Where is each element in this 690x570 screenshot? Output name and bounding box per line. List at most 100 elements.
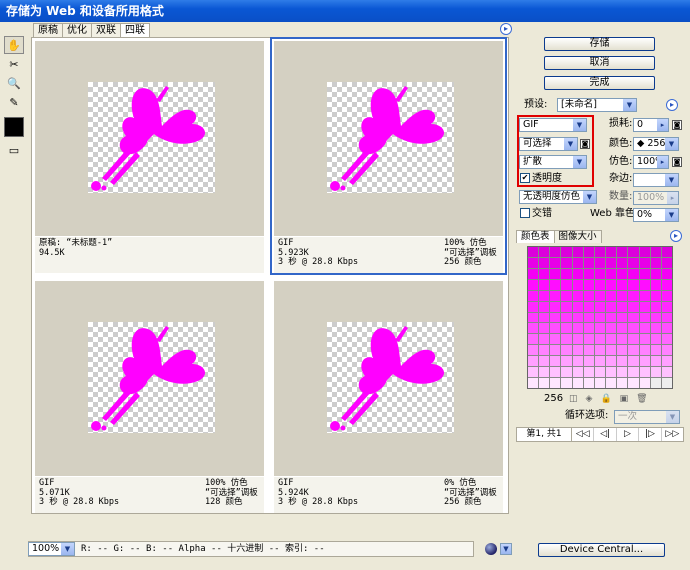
color-swatch[interactable] <box>639 378 650 388</box>
color-table-menu-icon[interactable]: ▸ <box>670 230 682 242</box>
color-swatch[interactable] <box>528 247 539 257</box>
color-swatch[interactable] <box>606 268 617 279</box>
device-central-button[interactable]: Device Central... <box>538 543 665 557</box>
color-swatch[interactable] <box>617 323 628 334</box>
color-swatch[interactable] <box>583 345 594 356</box>
lossy-input[interactable]: 0 ▸ <box>633 118 669 132</box>
color-swatch[interactable] <box>661 367 672 378</box>
color-swatch[interactable] <box>594 312 606 323</box>
first-frame-icon[interactable]: ◁◁ <box>572 428 595 441</box>
color-swatch[interactable] <box>606 334 617 345</box>
color-swatch[interactable] <box>594 268 606 279</box>
preview-pane[interactable]: GIF 5.071K 3 秒 @ 28.8 Kbps 100% 仿色 “可选择”调板 12… <box>32 278 267 514</box>
color-swatch[interactable] <box>583 290 594 301</box>
color-swatch[interactable] <box>650 312 661 323</box>
optimize-menu-icon[interactable]: ▸ <box>666 99 678 111</box>
color-swatch[interactable] <box>594 290 606 301</box>
color-swatch[interactable] <box>583 312 594 323</box>
save-button[interactable]: 存储 <box>544 37 655 51</box>
browser-preview-icon[interactable] <box>485 543 497 555</box>
color-swatch[interactable] <box>617 334 628 345</box>
zoom-select[interactable]: 100% ▼ <box>28 542 75 556</box>
color-swatch[interactable] <box>639 345 650 356</box>
color-swatch[interactable] <box>628 323 639 334</box>
color-swatch[interactable] <box>550 378 561 388</box>
color-swatch[interactable] <box>550 312 561 323</box>
color-swatch[interactable] <box>528 312 539 323</box>
color-swatch[interactable] <box>661 323 672 334</box>
color-swatch[interactable] <box>561 301 572 312</box>
color-swatch[interactable] <box>628 279 639 290</box>
color-swatch[interactable] <box>617 312 628 323</box>
done-button[interactable]: 完成 <box>544 76 655 90</box>
color-swatch[interactable] <box>561 367 572 378</box>
color-swatch[interactable] <box>561 247 572 257</box>
color-swatch[interactable] <box>528 301 539 312</box>
color-swatch[interactable] <box>661 279 672 290</box>
hand-icon[interactable]: ✋ <box>4 36 24 54</box>
color-swatch[interactable] <box>594 279 606 290</box>
color-swatch[interactable] <box>550 367 561 378</box>
tab-color-table[interactable]: 颜色表 <box>516 230 555 243</box>
lossy-mask-icon[interactable]: ◙ <box>672 120 682 130</box>
color-swatch[interactable] <box>539 268 550 279</box>
color-swatch[interactable] <box>617 290 628 301</box>
tab-2up[interactable]: 双联 <box>91 23 121 37</box>
color-swatch[interactable] <box>550 257 561 268</box>
color-swatch[interactable] <box>583 356 594 367</box>
color-swatch[interactable] <box>594 323 606 334</box>
color-swatch[interactable] <box>550 301 561 312</box>
color-swatch[interactable] <box>661 247 672 257</box>
color-swatch[interactable] <box>639 257 650 268</box>
prev-frame-icon[interactable]: ◁| <box>594 428 617 441</box>
color-swatch[interactable] <box>528 279 539 290</box>
tab-original[interactable]: 原稿 <box>33 23 63 37</box>
color-swatch[interactable] <box>561 290 572 301</box>
color-swatch[interactable] <box>639 367 650 378</box>
color-swatch[interactable] <box>572 345 583 356</box>
color-swatch[interactable] <box>628 257 639 268</box>
eyedropper-color-swatch[interactable] <box>4 117 24 137</box>
color-swatch[interactable] <box>539 290 550 301</box>
color-swatch[interactable] <box>650 323 661 334</box>
color-swatch[interactable] <box>572 279 583 290</box>
color-swatch[interactable] <box>628 312 639 323</box>
color-swatch[interactable] <box>550 247 561 257</box>
color-swatch[interactable] <box>561 356 572 367</box>
color-swatch[interactable] <box>628 345 639 356</box>
color-swatch[interactable] <box>606 247 617 257</box>
color-swatch[interactable] <box>583 268 594 279</box>
browser-menu-icon[interactable]: ▼ <box>500 543 512 555</box>
color-swatch[interactable] <box>650 345 661 356</box>
color-table-grid[interactable] <box>527 246 673 389</box>
color-swatch[interactable] <box>561 268 572 279</box>
tab-optimized[interactable]: 优化 <box>62 23 92 37</box>
color-swatch[interactable] <box>528 257 539 268</box>
color-swatch[interactable] <box>572 268 583 279</box>
color-swatch[interactable] <box>528 323 539 334</box>
color-swatch[interactable] <box>650 301 661 312</box>
color-swatch[interactable] <box>606 356 617 367</box>
color-swatch[interactable] <box>661 356 672 367</box>
play-icon[interactable]: ▷ <box>617 428 640 441</box>
color-swatch[interactable] <box>606 279 617 290</box>
color-swatch[interactable] <box>572 367 583 378</box>
color-swatch[interactable] <box>617 301 628 312</box>
color-swatch[interactable] <box>650 334 661 345</box>
color-swatch[interactable] <box>617 345 628 356</box>
color-swatch[interactable] <box>650 367 661 378</box>
tab-image-size[interactable]: 图像大小 <box>553 230 602 243</box>
color-swatch[interactable] <box>606 257 617 268</box>
color-swatch[interactable] <box>539 301 550 312</box>
preview-pane-original[interactable]: 原稿: “未标题-1” 94.5K <box>32 38 267 274</box>
color-swatch[interactable] <box>572 356 583 367</box>
color-swatch[interactable] <box>661 268 672 279</box>
color-swatch[interactable] <box>583 301 594 312</box>
amount-input[interactable]: 100% ▸ <box>633 191 679 205</box>
color-swatch[interactable] <box>594 334 606 345</box>
color-swatch[interactable] <box>606 378 617 388</box>
color-swatch[interactable] <box>628 268 639 279</box>
cancel-button[interactable]: 取消 <box>544 56 655 70</box>
color-swatch[interactable] <box>539 345 550 356</box>
color-swatch[interactable] <box>528 378 539 388</box>
